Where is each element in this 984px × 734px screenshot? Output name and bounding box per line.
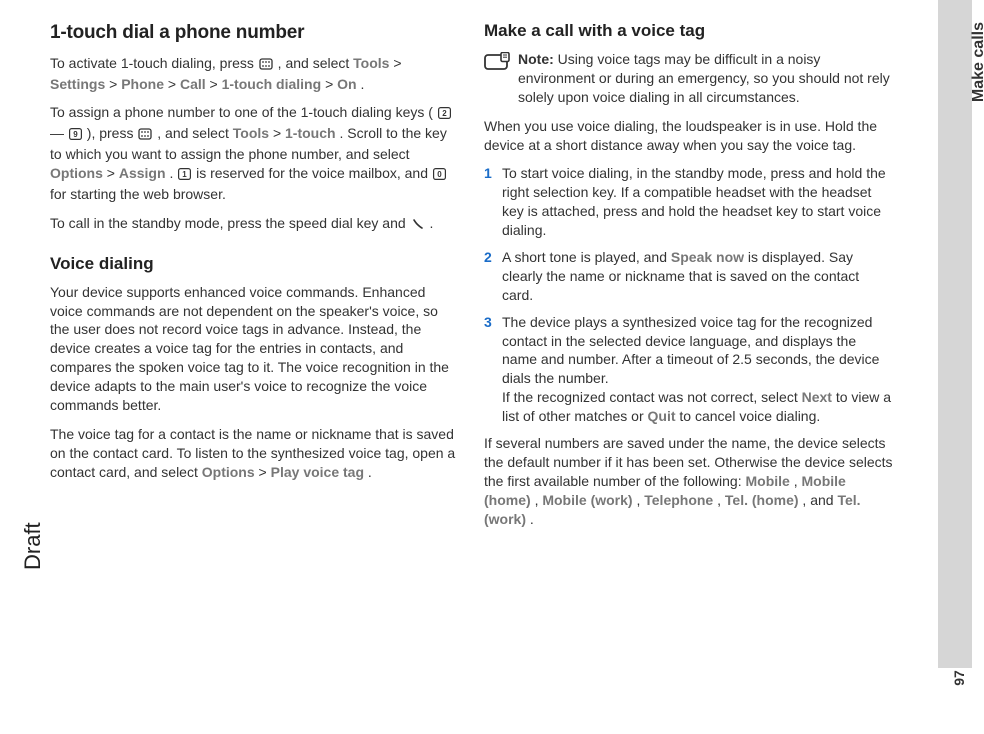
ui-options: Options: [50, 165, 103, 181]
svg-text:9: 9: [73, 131, 78, 140]
menu-key-icon: [259, 56, 273, 75]
text: A short tone is played, and: [502, 249, 671, 265]
step-text: To start voice dialing, in the standby m…: [502, 164, 894, 240]
text: for starting the web browser.: [50, 186, 226, 202]
note-icon: [484, 52, 510, 77]
page-content: 1-touch dial a phone number To activate …: [0, 0, 984, 558]
text: The device plays a synthesized voice tag…: [502, 314, 879, 387]
note-block: Note: Using voice tags may be difficult …: [484, 50, 894, 107]
text: to cancel voice dialing.: [679, 408, 820, 424]
text: , and: [802, 492, 837, 508]
text: is reserved for the voice mailbox, and: [196, 165, 432, 181]
text: , and select: [278, 55, 354, 71]
ui-1touch: 1-touch: [285, 125, 336, 141]
text: To assign a phone number to one of the 1…: [50, 104, 433, 120]
text: >: [325, 76, 337, 92]
step-number: 2: [484, 248, 502, 305]
heading-voice-dialing: Voice dialing: [50, 253, 460, 276]
text: If the recognized contact was not correc…: [502, 389, 802, 405]
call-key-icon: [411, 216, 425, 235]
step-text: A short tone is played, and Speak now is…: [502, 248, 894, 305]
heading-make-call-voice: Make a call with a voice tag: [484, 20, 894, 43]
step-3: 3 The device plays a synthesized voice t…: [484, 313, 894, 426]
text: >: [273, 125, 285, 141]
svg-text:1: 1: [182, 170, 187, 179]
ui-options: Options: [202, 464, 255, 480]
note-text: Note: Using voice tags may be difficult …: [518, 50, 894, 107]
para-voice-tag: The voice tag for a contact is the name …: [50, 425, 460, 482]
step-number: 1: [484, 164, 502, 240]
text: , and select: [157, 125, 233, 141]
text: .: [429, 215, 433, 231]
ui-mobile-work: Mobile (work): [542, 492, 632, 508]
ui-tel-home: Tel. (home): [725, 492, 799, 508]
text: .: [360, 76, 364, 92]
ui-call: Call: [180, 76, 206, 92]
ui-speak-now: Speak now: [671, 249, 744, 265]
text: ), press: [87, 125, 138, 141]
text: ,: [794, 473, 802, 489]
draft-watermark: Draft: [20, 522, 46, 570]
para-loudspeaker: When you use voice dialing, the loudspea…: [484, 117, 894, 155]
heading-1touch: 1-touch dial a phone number: [50, 20, 460, 46]
para-several-numbers: If several numbers are saved under the n…: [484, 434, 894, 528]
text: >: [168, 76, 180, 92]
text: —: [50, 125, 68, 141]
para-assign: To assign a phone number to one of the 1…: [50, 103, 460, 203]
ui-tools: Tools: [353, 55, 389, 71]
text: >: [107, 165, 119, 181]
menu-key-icon: [138, 126, 152, 145]
svg-text:0: 0: [437, 170, 442, 179]
ui-mobile: Mobile: [745, 473, 789, 489]
text: >: [109, 76, 121, 92]
step-number: 3: [484, 313, 502, 426]
ui-assign: Assign: [119, 165, 166, 181]
steps-list: 1 To start voice dialing, in the standby…: [484, 164, 894, 426]
text: .: [169, 165, 177, 181]
ui-play-voice-tag: Play voice tag: [271, 464, 364, 480]
ui-settings: Settings: [50, 76, 105, 92]
para-voice-desc: Your device supports enhanced voice comm…: [50, 283, 460, 415]
svg-text:2: 2: [442, 110, 447, 119]
step-1: 1 To start voice dialing, in the standby…: [484, 164, 894, 240]
right-column: Make a call with a voice tag Note: Using…: [484, 20, 894, 538]
key-2-icon: 2: [438, 105, 451, 124]
ui-phone: Phone: [121, 76, 164, 92]
side-label: Make calls: [970, 22, 984, 102]
page-number: 97: [951, 670, 967, 686]
note-label: Note:: [518, 51, 554, 67]
step-text: The device plays a synthesized voice tag…: [502, 313, 894, 426]
key-1-icon: 1: [178, 166, 191, 185]
ui-1touch-dialing: 1-touch dialing: [222, 76, 322, 92]
text: To activate 1-touch dialing, press: [50, 55, 258, 71]
text: .: [368, 464, 372, 480]
text: .: [530, 511, 534, 527]
text: >: [259, 464, 271, 480]
ui-telephone: Telephone: [644, 492, 713, 508]
key-9-icon: 9: [69, 126, 82, 145]
ui-quit: Quit: [648, 408, 676, 424]
left-column: 1-touch dial a phone number To activate …: [50, 20, 460, 538]
text: >: [393, 55, 401, 71]
para-activate: To activate 1-touch dialing, press , and…: [50, 54, 460, 94]
step-2: 2 A short tone is played, and Speak now …: [484, 248, 894, 305]
side-tab: [938, 0, 972, 668]
text: ,: [717, 492, 725, 508]
text: >: [210, 76, 222, 92]
ui-tools: Tools: [233, 125, 269, 141]
key-0-icon: 0: [433, 166, 446, 185]
text: Using voice tags may be difficult in a n…: [518, 51, 890, 105]
ui-on: On: [337, 76, 356, 92]
ui-next: Next: [802, 389, 832, 405]
para-call-standby: To call in the standby mode, press the s…: [50, 214, 460, 235]
text: To call in the standby mode, press the s…: [50, 215, 410, 231]
